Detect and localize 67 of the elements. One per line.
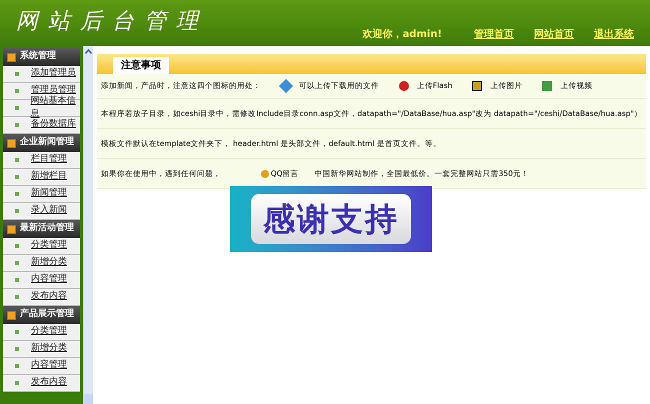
group-title: 最新活动管理 xyxy=(20,222,74,236)
folder-icon xyxy=(7,138,16,148)
bullet-icon xyxy=(15,89,19,93)
sidebar-item[interactable]: 内容管理 xyxy=(3,358,80,375)
bullet-icon xyxy=(15,295,19,299)
sidebar-item[interactable]: 新增分类 xyxy=(3,341,80,358)
bullet-icon xyxy=(15,278,19,282)
folder-icon xyxy=(7,224,16,234)
sidebar-link[interactable]: 新增分类 xyxy=(31,342,67,356)
bullet-icon xyxy=(15,158,19,162)
scroll-up-icon[interactable] xyxy=(84,48,92,54)
sidebar-link[interactable]: 录入新闻 xyxy=(31,204,67,218)
bullet-icon xyxy=(15,192,19,196)
penguin-icon xyxy=(260,170,269,178)
sidebar-link[interactable]: 新增分类 xyxy=(31,256,67,270)
sidebar-link[interactable]: 分类管理 xyxy=(31,325,67,339)
folder-icon xyxy=(7,52,16,62)
sidebar-link[interactable]: 栏目管理 xyxy=(31,153,67,167)
bullet-icon xyxy=(15,244,19,248)
bullet-icon xyxy=(15,261,19,265)
sidebar-item[interactable]: 发布内容 xyxy=(3,375,80,392)
bullet-icon xyxy=(15,72,19,76)
group-title: 企业新闻管理 xyxy=(20,136,74,150)
sidebar-link[interactable]: 分类管理 xyxy=(31,239,67,253)
thanks-text: 感谢支持 xyxy=(251,194,411,244)
welcome-text: 欢迎你，admin! xyxy=(362,27,442,42)
sidebar-link[interactable]: 新增栏目 xyxy=(31,170,67,184)
sidebar-item[interactable]: 发布内容 xyxy=(3,289,80,306)
bullet-icon xyxy=(15,330,19,334)
sidebar-link[interactable]: 内容管理 xyxy=(31,273,67,287)
sidebar-group-header[interactable]: 企业新闻管理 xyxy=(3,134,80,152)
sidebar-link[interactable]: 备份数据库 xyxy=(31,118,76,132)
notice-tab[interactable]: 注意事项 xyxy=(112,57,169,74)
sidebar-item[interactable]: 备份数据库 xyxy=(3,117,80,134)
header-link[interactable]: 管理首页 xyxy=(474,27,514,42)
sidebar-link[interactable]: 发布内容 xyxy=(31,290,67,304)
sidebar-link[interactable]: 发布内容 xyxy=(31,376,67,390)
sidebar-item[interactable]: 分类管理 xyxy=(3,238,80,255)
bullet-icon xyxy=(15,364,19,368)
group-title: 产品展示管理 xyxy=(20,308,74,322)
sidebar-item[interactable]: 栏目管理 xyxy=(3,152,80,169)
sidebar-link[interactable]: 添加管理员 xyxy=(31,67,76,81)
group-title: 系统管理 xyxy=(20,50,56,64)
sidebar-group-header[interactable]: 最新活动管理 xyxy=(3,220,80,238)
site-logo: 网站后台管理 xyxy=(16,8,208,36)
sidebar-group-header[interactable]: 产品展示管理 xyxy=(3,306,80,324)
sidebar-group-header[interactable]: 系统管理 xyxy=(3,48,80,66)
header-link[interactable]: 退出系统 xyxy=(594,27,634,42)
bullet-icon xyxy=(15,209,19,213)
sidebar-item[interactable]: 新增栏目 xyxy=(3,169,80,186)
bullet-icon xyxy=(15,381,19,385)
bullet-icon xyxy=(15,123,19,127)
bullet-icon xyxy=(15,106,19,110)
folder-icon xyxy=(7,310,16,320)
sidebar-item[interactable]: 新增分类 xyxy=(3,255,80,272)
sidebar-item[interactable]: 录入新闻 xyxy=(3,203,80,220)
sidebar-link[interactable]: 内容管理 xyxy=(31,359,67,373)
header-link[interactable]: 网站首页 xyxy=(534,27,574,42)
sidebar-link[interactable]: 新闻管理 xyxy=(31,187,67,201)
sidebar-item[interactable]: 新闻管理 xyxy=(3,186,80,203)
sidebar-item[interactable]: 分类管理 xyxy=(3,324,80,341)
picture-icon xyxy=(472,81,482,91)
scroll-bar[interactable] xyxy=(83,46,93,404)
sidebar-item[interactable]: 内容管理 xyxy=(3,272,80,289)
bullet-icon xyxy=(15,347,19,351)
sidebar-item[interactable]: 添加管理员 xyxy=(3,66,80,83)
bullet-icon xyxy=(15,175,19,179)
